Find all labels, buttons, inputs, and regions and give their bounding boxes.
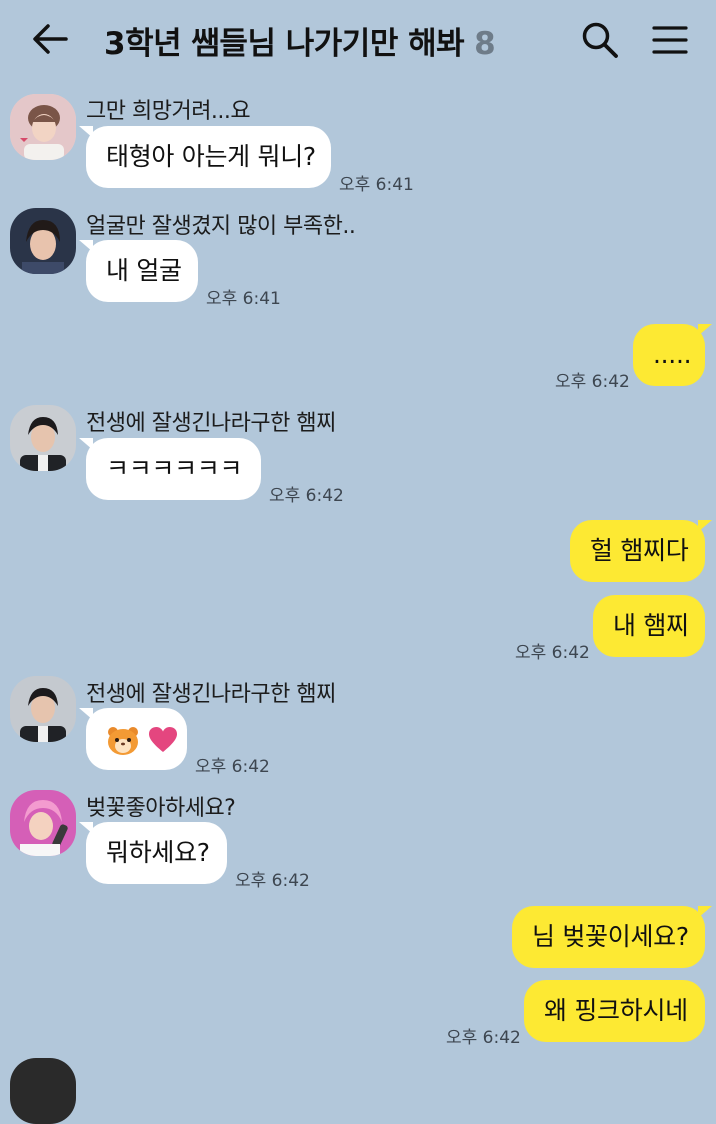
message-time: 오후 6:42 bbox=[555, 372, 630, 392]
avatar[interactable] bbox=[10, 94, 76, 160]
message-text: ㅋㅋㅋㅋㅋㅋ bbox=[106, 454, 243, 483]
sender-name: 벚꽃좋아하세요? bbox=[86, 796, 236, 821]
message-bubble[interactable]: 내 햄찌 bbox=[593, 595, 705, 657]
chat-title: 3학년 쌤들님 나가기만 해봐 8 bbox=[104, 18, 496, 63]
message-bubble[interactable]: 내 얼굴 bbox=[79, 240, 198, 302]
message-time: 오후 6:42 bbox=[195, 757, 270, 777]
chat-title-text: 3학년 쌤들님 나가기만 해봐 bbox=[104, 26, 465, 62]
sender-name: 전생에 잘생긴나라구한 햄찌 bbox=[86, 682, 336, 707]
message-time: 오후 6:42 bbox=[269, 486, 344, 506]
message-time: 오후 6:42 bbox=[515, 643, 590, 663]
message-text: 헐 햄찌다 bbox=[590, 536, 689, 565]
message-text: ..... bbox=[653, 340, 692, 369]
sender-name: 얼굴만 잘생겼지 많이 부족한.. bbox=[86, 214, 356, 239]
message-bubble[interactable]: ..... bbox=[633, 324, 712, 386]
message-text: 뭐하세요? bbox=[106, 838, 210, 867]
menu-icon[interactable] bbox=[650, 20, 690, 60]
member-count: 8 bbox=[474, 26, 496, 62]
message-text: 님 벚꽃이세요? bbox=[532, 922, 689, 951]
back-arrow-icon[interactable] bbox=[30, 22, 70, 56]
avatar[interactable] bbox=[10, 790, 76, 856]
message-time: 오후 6:41 bbox=[339, 175, 414, 195]
message-time: 오후 6:42 bbox=[446, 1028, 521, 1048]
message-bubble[interactable]: 님 벚꽃이세요? bbox=[512, 906, 712, 968]
message-text: 왜 핑크하시네 bbox=[544, 996, 688, 1025]
avatar[interactable] bbox=[10, 1058, 76, 1124]
chat-header: 3학년 쌤들님 나가기만 해봐 8 bbox=[0, 0, 716, 80]
message-bubble[interactable]: 뭐하세요? bbox=[79, 822, 227, 884]
message-time: 오후 6:42 bbox=[235, 871, 310, 891]
search-icon[interactable] bbox=[580, 20, 620, 60]
message-text: 내 얼굴 bbox=[106, 256, 182, 285]
message-bubble[interactable]: 태형아 아는게 뭐니? bbox=[79, 126, 331, 188]
avatar[interactable] bbox=[10, 676, 76, 742]
hamster-emoji bbox=[108, 727, 138, 755]
heart-emoji bbox=[148, 727, 177, 752]
avatar[interactable] bbox=[10, 405, 76, 471]
message-bubble[interactable]: ㅋㅋㅋㅋㅋㅋ bbox=[79, 438, 261, 500]
message-bubble[interactable]: 헐 햄찌다 bbox=[570, 520, 712, 582]
message-bubble[interactable] bbox=[79, 708, 187, 770]
message-text: 태형아 아는게 뭐니? bbox=[106, 142, 316, 171]
sender-name: 그만 희망거려...요 bbox=[86, 99, 251, 124]
avatar[interactable] bbox=[10, 208, 76, 274]
sender-name: 전생에 잘생긴나라구한 햄찌 bbox=[86, 411, 336, 436]
message-bubble[interactable]: 왜 핑크하시네 bbox=[524, 980, 705, 1042]
message-time: 오후 6:41 bbox=[206, 289, 281, 309]
message-text: 내 햄찌 bbox=[613, 611, 689, 640]
